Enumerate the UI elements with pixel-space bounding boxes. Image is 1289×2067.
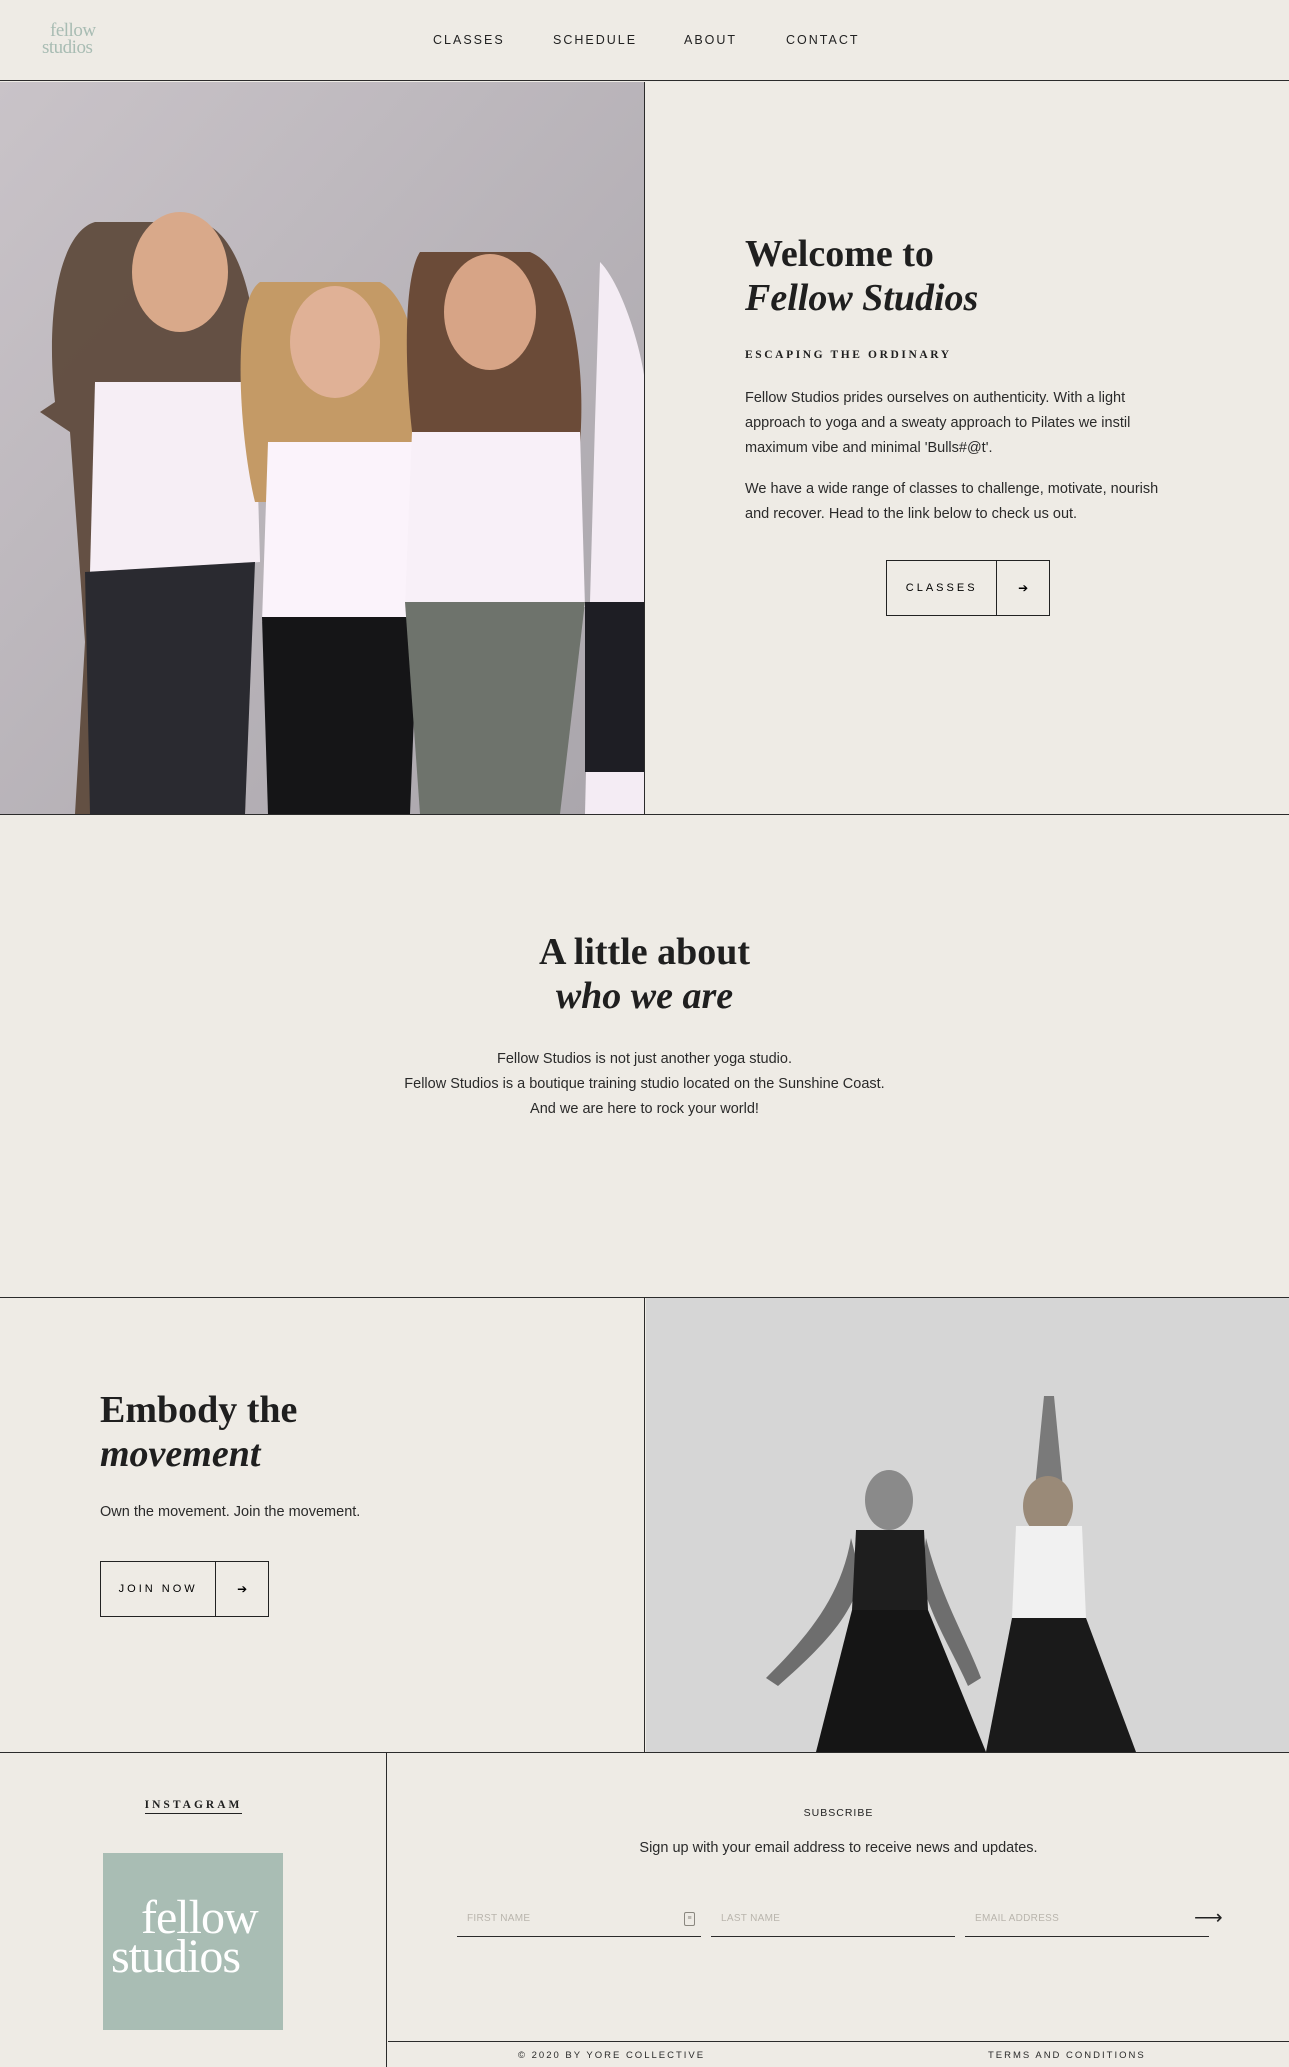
- last-name-field-wrap: [711, 1901, 955, 1937]
- about-line-1: Fellow Studios is not just another yoga …: [497, 1051, 792, 1067]
- nav-schedule[interactable]: SCHEDULE: [553, 33, 637, 47]
- about-title-line-2: who we are: [555, 975, 734, 1017]
- divider: [0, 814, 1289, 815]
- join-now-button[interactable]: JOIN NOW ➔: [100, 1561, 269, 1617]
- about-title-line-1: A little about: [538, 931, 751, 973]
- nav-contact[interactable]: CONTACT: [786, 33, 860, 47]
- about-line-2: Fellow Studios is a boutique training st…: [404, 1076, 885, 1092]
- embody-text: Own the movement. Join the movement.: [100, 1504, 361, 1520]
- email-field-wrap: [965, 1901, 1209, 1937]
- embody-photo: [646, 1298, 1289, 1752]
- subscribe-text: Sign up with your email address to recei…: [639, 1840, 1038, 1856]
- instagram-section: INSTAGRAM fellow studios: [0, 1753, 387, 2067]
- subscribe-title: SUBSCRIBE: [803, 1807, 874, 1819]
- classes-button-label: CLASSES: [887, 561, 998, 615]
- hero-paragraph-1: Fellow Studios prides ourselves on authe…: [745, 390, 1131, 456]
- arrow-right-icon: ➔: [237, 1582, 248, 1596]
- instagram-title[interactable]: INSTAGRAM: [0, 1799, 387, 1814]
- arrow-right-icon: ➔: [1018, 581, 1029, 595]
- embody-title: Embody the movement: [100, 1388, 297, 1476]
- site-header: fellow studios CLASSES SCHEDULE ABOUT CO…: [0, 0, 1289, 81]
- last-name-field[interactable]: [711, 1901, 955, 1936]
- about-title: A little about who we are: [0, 930, 1289, 1018]
- first-name-field-wrap: ≡: [457, 1901, 701, 1937]
- embody-title-line-2: movement: [100, 1433, 261, 1475]
- subscribe-section: SUBSCRIBE Sign up with your email addres…: [388, 1753, 1289, 2041]
- copyright-text: © 2020 BY YORE COLLECTIVE: [518, 2050, 706, 2061]
- hero-title-line-1: Welcome to: [745, 233, 934, 275]
- embody-photo-illustration: [646, 1298, 1289, 1752]
- join-now-button-label: JOIN NOW: [101, 1562, 217, 1616]
- contact-card-icon: ≡: [684, 1912, 695, 1926]
- nav-about[interactable]: ABOUT: [684, 33, 737, 47]
- hero-title: Welcome to Fellow Studios: [745, 232, 978, 320]
- classes-button[interactable]: CLASSES ➔: [886, 560, 1050, 616]
- legal-bar: © 2020 BY YORE COLLECTIVE TERMS AND COND…: [388, 2041, 1289, 2067]
- terms-link[interactable]: TERMS AND CONDITIONS: [988, 2050, 1146, 2061]
- hero-photo: [0, 82, 645, 814]
- hero-title-line-2: Fellow Studios: [745, 277, 979, 319]
- about-line-3: And we are here to rock your world!: [530, 1101, 759, 1117]
- subscribe-submit-arrow-icon[interactable]: ⟶: [1194, 1905, 1223, 1930]
- hero-paragraph-2: We have a wide range of classes to chall…: [745, 481, 1159, 522]
- hero-photo-illustration: [0, 82, 644, 814]
- hero-eyebrow: ESCAPING THE ORDINARY: [745, 349, 952, 361]
- instagram-logo-line-2: studios: [111, 1930, 241, 1983]
- embody-section: Embody the movement Own the movement. Jo…: [0, 1298, 645, 1752]
- nav-classes[interactable]: CLASSES: [433, 33, 505, 47]
- main-nav: CLASSES SCHEDULE ABOUT CONTACT: [0, 33, 1289, 49]
- instagram-post[interactable]: fellow studios: [103, 1853, 283, 2030]
- hero-content: Welcome to Fellow Studios ESCAPING THE O…: [646, 82, 1289, 814]
- first-name-field[interactable]: [457, 1901, 701, 1936]
- email-field[interactable]: [965, 1901, 1209, 1936]
- embody-title-line-1: Embody the: [100, 1389, 298, 1431]
- instagram-title-label: INSTAGRAM: [144, 1799, 243, 1814]
